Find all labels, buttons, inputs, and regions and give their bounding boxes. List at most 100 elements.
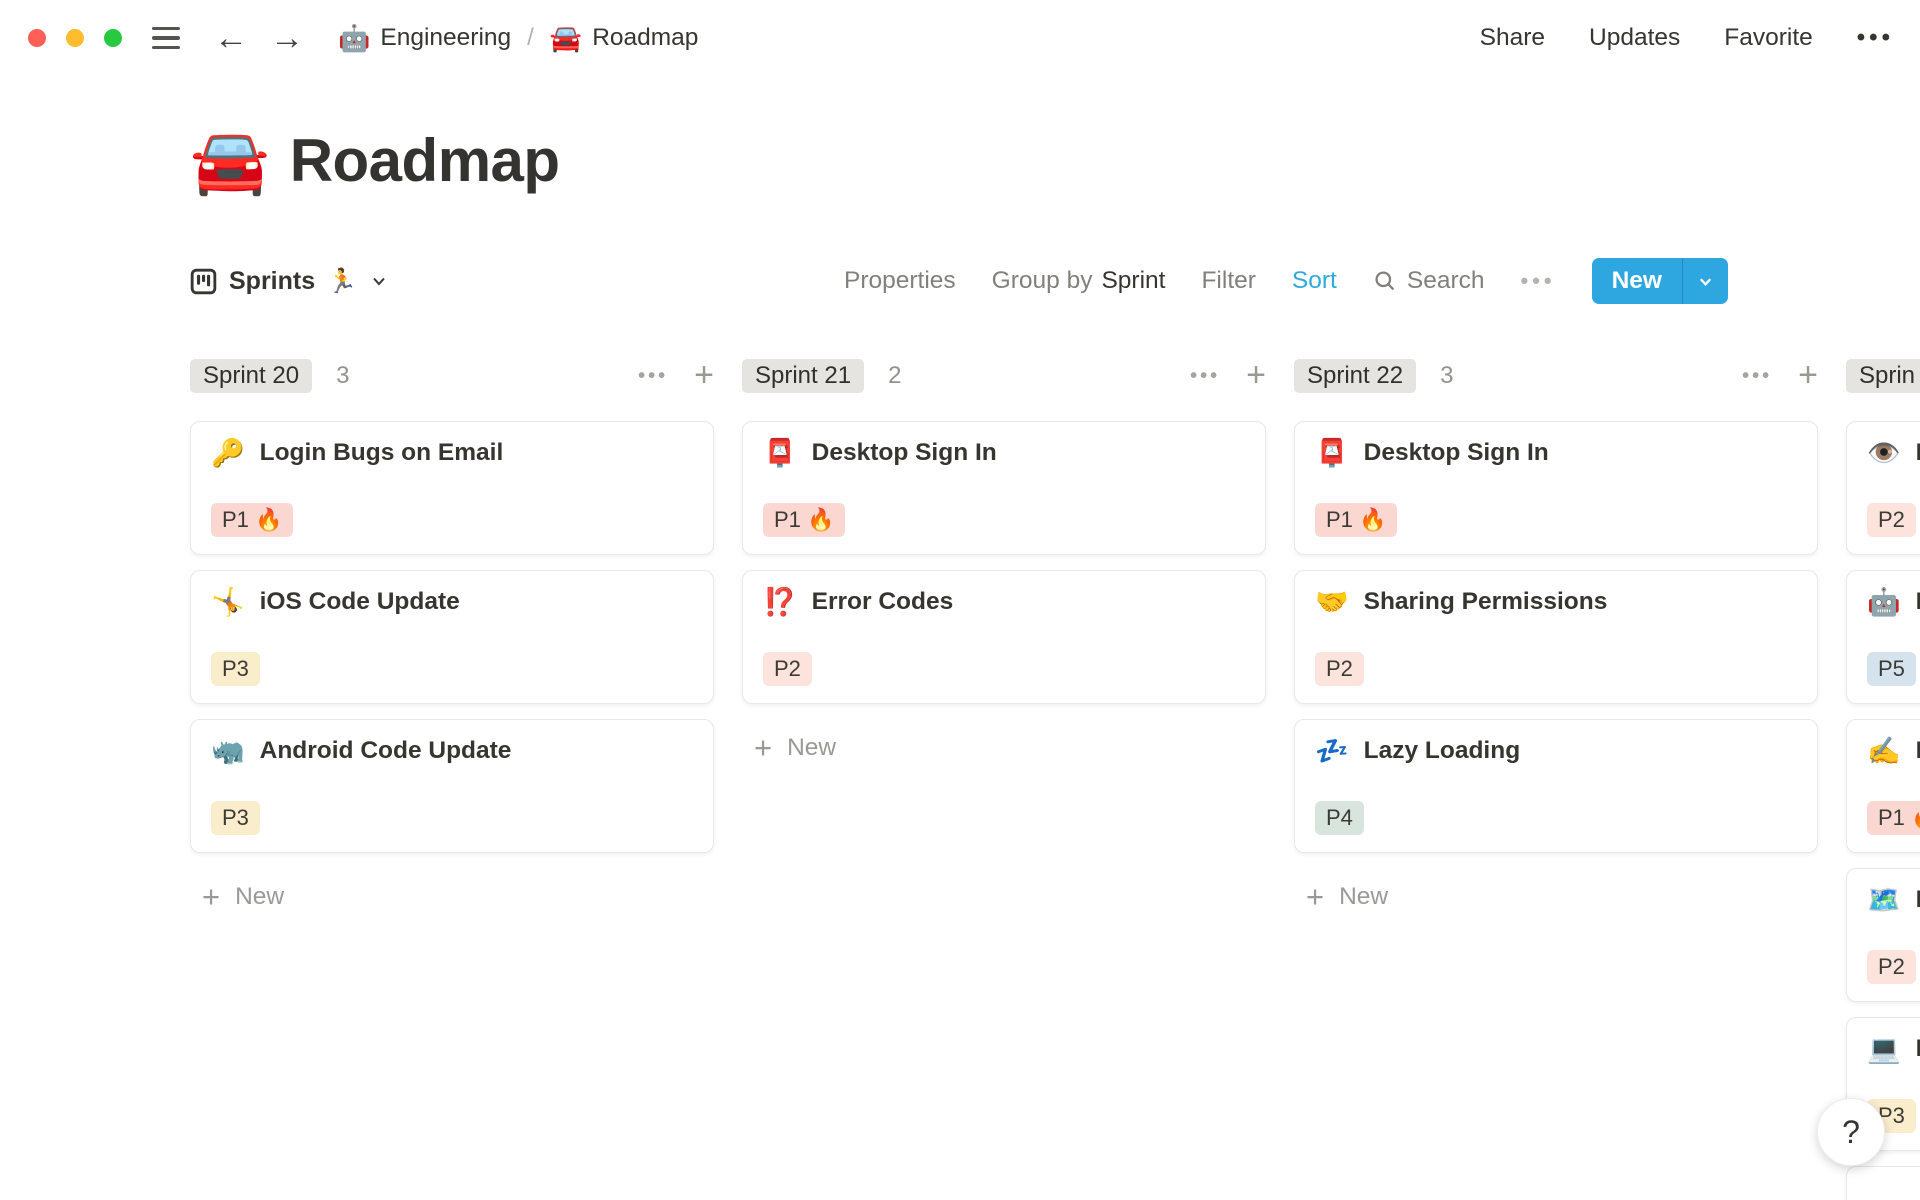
zoom-window-button[interactable]: [104, 29, 122, 47]
card-priority-tag: P5: [1867, 652, 1916, 686]
column-new-button[interactable]: + New: [190, 881, 714, 912]
card[interactable]: 🔑 Login Bugs on Email P1 🔥: [190, 421, 714, 555]
new-button-label: New: [1611, 267, 1662, 294]
card[interactable]: 🤖 In P5: [1846, 570, 1920, 704]
card-emoji-icon: 💻: [1867, 1033, 1901, 1064]
card-emoji-icon: 📮: [763, 437, 797, 468]
more-options-icon[interactable]: •••: [1857, 24, 1894, 52]
chevron-down-icon: [373, 277, 385, 286]
card[interactable]: ✍️ R P1 🔥: [1846, 719, 1920, 853]
column-name-pill[interactable]: Sprint 22: [1294, 359, 1417, 393]
card[interactable]: 📮 Desktop Sign In P1 🔥: [1294, 421, 1818, 555]
group-by-value: Sprint: [1101, 267, 1166, 294]
window-titlebar: ← → 🤖 Engineering / 🚘 Roadmap Share Upda…: [0, 0, 1920, 76]
card-emoji-icon: ✍️: [1867, 735, 1901, 766]
column-add-icon[interactable]: +: [1246, 358, 1266, 392]
forward-arrow-icon[interactable]: →: [270, 21, 304, 55]
card-emoji-icon: 🔑: [211, 437, 245, 468]
help-button[interactable]: ?: [1817, 1098, 1885, 1166]
column-name: Sprint 22: [1307, 362, 1404, 389]
breadcrumb-separator: /: [527, 24, 534, 51]
column-add-icon[interactable]: +: [1798, 358, 1818, 392]
page-header: 🚘 Roadmap: [190, 126, 1920, 195]
view-more-options-icon[interactable]: •••: [1521, 268, 1556, 294]
card-title: R: [1916, 886, 1920, 914]
card[interactable]: 🦏 Android Code Update P3: [190, 719, 714, 853]
favorite-button[interactable]: Favorite: [1724, 24, 1813, 52]
column-name-pill[interactable]: Sprin: [1846, 359, 1920, 393]
card[interactable]: [1846, 1166, 1920, 1200]
card-emoji-icon: 🗺️: [1867, 884, 1901, 915]
new-button[interactable]: New: [1591, 258, 1728, 304]
card[interactable]: ⁉️ Error Codes P2: [742, 570, 1266, 704]
breadcrumb-item-roadmap[interactable]: 🚘 Roadmap: [550, 23, 699, 54]
card[interactable]: 🤸 iOS Code Update P3: [190, 570, 714, 704]
group-by-button[interactable]: Group by Sprint: [992, 267, 1166, 295]
page-title: Roadmap: [289, 127, 560, 194]
column-name-pill[interactable]: Sprint 20: [190, 359, 313, 393]
runner-emoji-icon: 🏃: [327, 267, 358, 295]
card[interactable]: 🤝 Sharing Permissions P2: [1294, 570, 1818, 704]
robot-emoji-icon: 🤖: [338, 22, 371, 53]
sidebar-toggle-icon[interactable]: [152, 26, 180, 50]
card-emoji-icon: 💤: [1315, 735, 1349, 766]
card[interactable]: 👁️ M P2: [1846, 421, 1920, 555]
column-new-button[interactable]: + New: [742, 729, 1266, 765]
car-emoji-icon: 🚘: [549, 22, 583, 53]
group-by-label: Group by: [991, 267, 1093, 294]
card-title: Android Code Update: [259, 737, 512, 764]
card-priority-tag: P2: [1867, 950, 1916, 984]
breadcrumb: 🤖 Engineering / 🚘 Roadmap: [338, 23, 698, 54]
breadcrumb-item-engineering[interactable]: 🤖 Engineering: [338, 23, 511, 54]
column-header: Sprint 21 2 ••• +: [742, 358, 1266, 393]
column-name-pill[interactable]: Sprint 21: [742, 359, 865, 393]
column-new-button[interactable]: + New: [1294, 881, 1818, 912]
card-priority-tag: P1 🔥: [1867, 801, 1920, 835]
board: Sprint 20 3 ••• + 🔑 Login Bugs on Email …: [190, 358, 1920, 1200]
card-title: Login Bugs on Email: [259, 439, 504, 466]
column-name: Sprint 21: [755, 362, 852, 389]
card-title: D: [1916, 1035, 1920, 1063]
plus-icon: +: [754, 729, 773, 765]
page-icon-car-emoji[interactable]: 🚘: [190, 129, 270, 193]
card-emoji-icon: ⁉️: [763, 586, 797, 617]
view-tab-label: Sprints: [229, 266, 316, 295]
board-column: Sprint 22 3 ••• + 📮 Desktop Sign In P1 🔥…: [1294, 358, 1818, 912]
column-name: Sprint 20: [203, 362, 300, 389]
column-header: Sprint 22 3 ••• +: [1294, 358, 1818, 393]
card-title: iOS Code Update: [259, 588, 460, 615]
share-button[interactable]: Share: [1480, 24, 1545, 52]
filter-button[interactable]: Filter: [1201, 267, 1255, 295]
sort-button[interactable]: Sort: [1292, 267, 1337, 295]
new-button-chevron-down-icon[interactable]: [1683, 258, 1728, 304]
back-arrow-icon[interactable]: ←: [214, 21, 248, 55]
close-window-button[interactable]: [28, 29, 46, 47]
card-emoji-icon: 👁️: [1867, 437, 1901, 468]
column-more-icon[interactable]: •••: [1742, 365, 1772, 388]
column-cards: 📮 Desktop Sign In P1 🔥 ⁉️ Error Codes P2: [742, 421, 1266, 704]
board-view-icon: [190, 268, 217, 294]
card-priority-tag: P2: [763, 652, 812, 686]
view-toolbar: Sprints 🏃 Properties Group by Sprint Fil…: [190, 257, 1728, 305]
column-count: 2: [888, 362, 902, 389]
card[interactable]: 📮 Desktop Sign In P1 🔥: [742, 421, 1266, 555]
minimize-window-button[interactable]: [66, 29, 84, 47]
search-button[interactable]: Search: [1373, 267, 1485, 295]
card-priority-tag: P3: [211, 801, 260, 835]
column-more-icon[interactable]: •••: [638, 365, 668, 388]
card[interactable]: 💤 Lazy Loading P4: [1294, 719, 1818, 853]
column-add-icon[interactable]: +: [694, 358, 714, 392]
board-column: Sprin ••• + 👁️ M P2 🤖 In P5 ✍️ R P1 🔥: [1846, 359, 1920, 1200]
card-priority-tag: P3: [211, 652, 260, 686]
updates-button[interactable]: Updates: [1589, 24, 1680, 52]
card-title: Desktop Sign In: [811, 439, 997, 466]
card-title: Error Codes: [811, 588, 954, 615]
question-mark-icon: ?: [1842, 1113, 1860, 1150]
column-more-icon[interactable]: •••: [1190, 365, 1220, 388]
card-priority-tag: P1 🔥: [763, 503, 846, 537]
card[interactable]: 🗺️ R P2: [1846, 868, 1920, 1002]
view-tab-sprints[interactable]: Sprints 🏃: [190, 267, 389, 296]
properties-button[interactable]: Properties: [844, 267, 956, 295]
search-icon: [1375, 271, 1395, 291]
card-title: Sharing Permissions: [1363, 588, 1608, 615]
